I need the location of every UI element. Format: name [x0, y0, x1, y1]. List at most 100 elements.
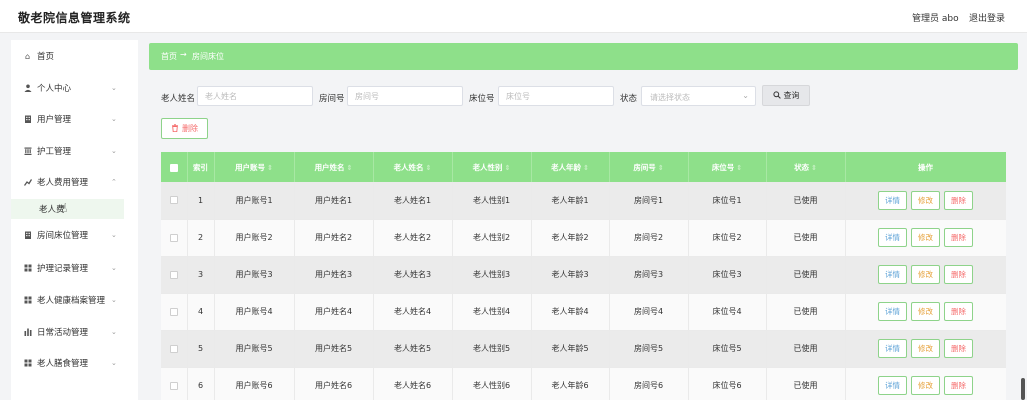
sidebar-item-health-record-management[interactable]: 老人健康档案管理 ⌄: [11, 285, 138, 315]
status-select[interactable]: 请选择状态 ⌄: [641, 86, 756, 106]
building-icon: [23, 115, 32, 124]
delete-button[interactable]: 删除: [944, 265, 973, 284]
table-row: 4 用户账号4 用户姓名4 老人姓名4 老人性别4 老人年龄4 房间号4 床位号4 已使用 详情修…: [161, 293, 1006, 331]
row-checkbox[interactable]: [169, 307, 178, 316]
table-cell: 老人性别1: [452, 182, 532, 220]
table-cell: 老人性别2: [452, 219, 532, 257]
actions-cell: 详情 修改 删除: [845, 256, 1006, 294]
sidebar-item-label: 老人费用管理: [37, 178, 89, 188]
row-checkbox[interactable]: [169, 196, 178, 205]
bed-input[interactable]: [498, 86, 614, 106]
table-cell: 用户姓名2: [294, 219, 374, 257]
column-header: 索引: [187, 152, 215, 182]
row-select-cell[interactable]: [161, 219, 188, 257]
row-checkbox[interactable]: [169, 344, 178, 353]
top-bar: 敬老院信息管理系统 管理员 abo 退出登录: [0, 0, 1027, 33]
edit-button[interactable]: 修改: [911, 190, 940, 210]
row-select-cell[interactable]: [161, 256, 188, 294]
table-cell: 用户姓名3: [294, 256, 374, 294]
edit-button[interactable]: 修改: [911, 339, 940, 358]
row-checkbox[interactable]: [169, 270, 178, 279]
column-header[interactable]: 老人性别 ⇕: [452, 152, 532, 182]
grid-icon: [23, 359, 32, 368]
table-header-row: 索引 用户账号 ⇕ 用户姓名 ⇕ 老人姓名 ⇕ 老人性别 ⇕ 老人年龄 ⇕ 房间号 ⇕ 床位…: [161, 152, 1006, 182]
select-all-checkbox[interactable]: [169, 163, 178, 172]
sidebar: ⌂ 首页 个人中心 ⌄ 用户管理 ⌄ 护工管理 ⌄ 老人费用管理 ⌃ 老人费 房…: [11, 40, 138, 400]
row-select-cell[interactable]: [161, 182, 188, 220]
column-header[interactable]: 床位号 ⇕: [688, 152, 767, 182]
detail-button[interactable]: 详情: [878, 339, 907, 358]
scrollbar-thumb[interactable]: [1021, 378, 1025, 400]
table-cell: 老人年龄2: [531, 219, 610, 257]
delete-button[interactable]: 删除: [944, 339, 973, 358]
chevron-down-icon: ⌄: [111, 115, 117, 123]
sidebar-item-label: 用户管理: [37, 115, 72, 125]
detail-button[interactable]: 详情: [878, 228, 907, 247]
delete-button[interactable]: 删除: [944, 228, 973, 247]
table-cell: 已使用: [766, 256, 846, 294]
sidebar-item-caregiver-management[interactable]: 护工管理 ⌄: [11, 136, 138, 166]
sidebar-item-meal-management[interactable]: 老人膳食管理 ⌄: [11, 348, 138, 378]
status-label: 状态: [620, 94, 638, 104]
detail-button[interactable]: 详情: [878, 302, 907, 321]
table-cell: 5: [187, 330, 215, 368]
logout-link[interactable]: 退出登录: [969, 11, 1005, 24]
bulk-delete-button[interactable]: 删除: [161, 118, 208, 139]
sidebar-item-label: 首页: [37, 52, 55, 62]
delete-button[interactable]: 删除: [944, 302, 973, 321]
chevron-down-icon: ⌄: [111, 359, 117, 367]
sidebar-subitem-elder-fee[interactable]: 老人费: [11, 199, 124, 219]
select-all-cell[interactable]: [161, 152, 188, 182]
sidebar-item-room-bed-management[interactable]: 房间床位管理 ⌄: [11, 220, 138, 250]
sidebar-item-label: 日常活动管理: [37, 328, 89, 338]
edit-button[interactable]: 修改: [911, 376, 940, 395]
table-cell: 房间号4: [609, 293, 689, 331]
column-header[interactable]: 用户姓名 ⇕: [294, 152, 374, 182]
table-cell: 老人年龄3: [531, 256, 610, 294]
row-checkbox[interactable]: [169, 381, 178, 390]
row-select-cell[interactable]: [161, 330, 188, 368]
column-header[interactable]: 用户账号 ⇕: [214, 152, 295, 182]
row-select-cell[interactable]: [161, 293, 188, 331]
column-header[interactable]: 状态 ⇕: [766, 152, 846, 182]
row-select-cell[interactable]: [161, 367, 188, 400]
app-title: 敬老院信息管理系统: [18, 11, 131, 25]
sort-icon: ⇕: [504, 163, 511, 172]
table-cell: 床位号2: [688, 219, 767, 257]
actions-cell: 详情 修改 删除: [845, 182, 1006, 220]
table-cell: 床位号1: [688, 182, 767, 220]
bulk-delete-label: 删除: [182, 124, 198, 133]
delete-button[interactable]: 删除: [944, 190, 973, 210]
sidebar-item-elder-fee-management[interactable]: 老人费用管理 ⌃: [11, 167, 138, 197]
chevron-up-icon: ⌃: [111, 178, 117, 186]
query-button[interactable]: 查询: [762, 85, 810, 106]
sort-icon: ⇕: [811, 163, 817, 172]
sidebar-item-care-record-management[interactable]: 护理记录管理 ⌄: [11, 253, 138, 283]
breadcrumb-home[interactable]: 首页: [161, 51, 177, 62]
column-header[interactable]: 老人姓名 ⇕: [373, 152, 453, 182]
breadcrumb-separator: →: [180, 50, 187, 59]
table-cell: 老人姓名3: [373, 256, 453, 294]
column-header[interactable]: 老人年龄 ⇕: [531, 152, 610, 182]
room-input[interactable]: [347, 86, 463, 106]
table-cell: 床位号6: [688, 367, 767, 400]
column-header[interactable]: 房间号 ⇕: [609, 152, 689, 182]
table-cell: 已使用: [766, 182, 846, 220]
sidebar-item-home[interactable]: ⌂ 首页: [11, 41, 138, 71]
table-row: 2 用户账号2 用户姓名2 老人姓名2 老人性别2 老人年龄2 房间号2 床位号2 已使用 详情修…: [161, 219, 1006, 257]
sidebar-item-daily-activity-management[interactable]: 日常活动管理 ⌄: [11, 317, 138, 347]
table-cell: 房间号3: [609, 256, 689, 294]
elder-name-input[interactable]: [197, 86, 313, 106]
detail-button[interactable]: 详情: [878, 190, 907, 210]
detail-button[interactable]: 详情: [878, 265, 907, 284]
detail-button[interactable]: 详情: [878, 376, 907, 395]
edit-button[interactable]: 修改: [911, 302, 940, 321]
sidebar-item-user-management[interactable]: 用户管理 ⌄: [11, 104, 138, 134]
delete-button[interactable]: 删除: [944, 376, 973, 395]
table-cell: 6: [187, 367, 215, 400]
row-checkbox[interactable]: [169, 233, 178, 242]
edit-button[interactable]: 修改: [911, 265, 940, 284]
edit-button[interactable]: 修改: [911, 228, 940, 247]
sidebar-item-personal-center[interactable]: 个人中心 ⌄: [11, 73, 138, 103]
table-cell: 用户账号1: [214, 182, 295, 220]
